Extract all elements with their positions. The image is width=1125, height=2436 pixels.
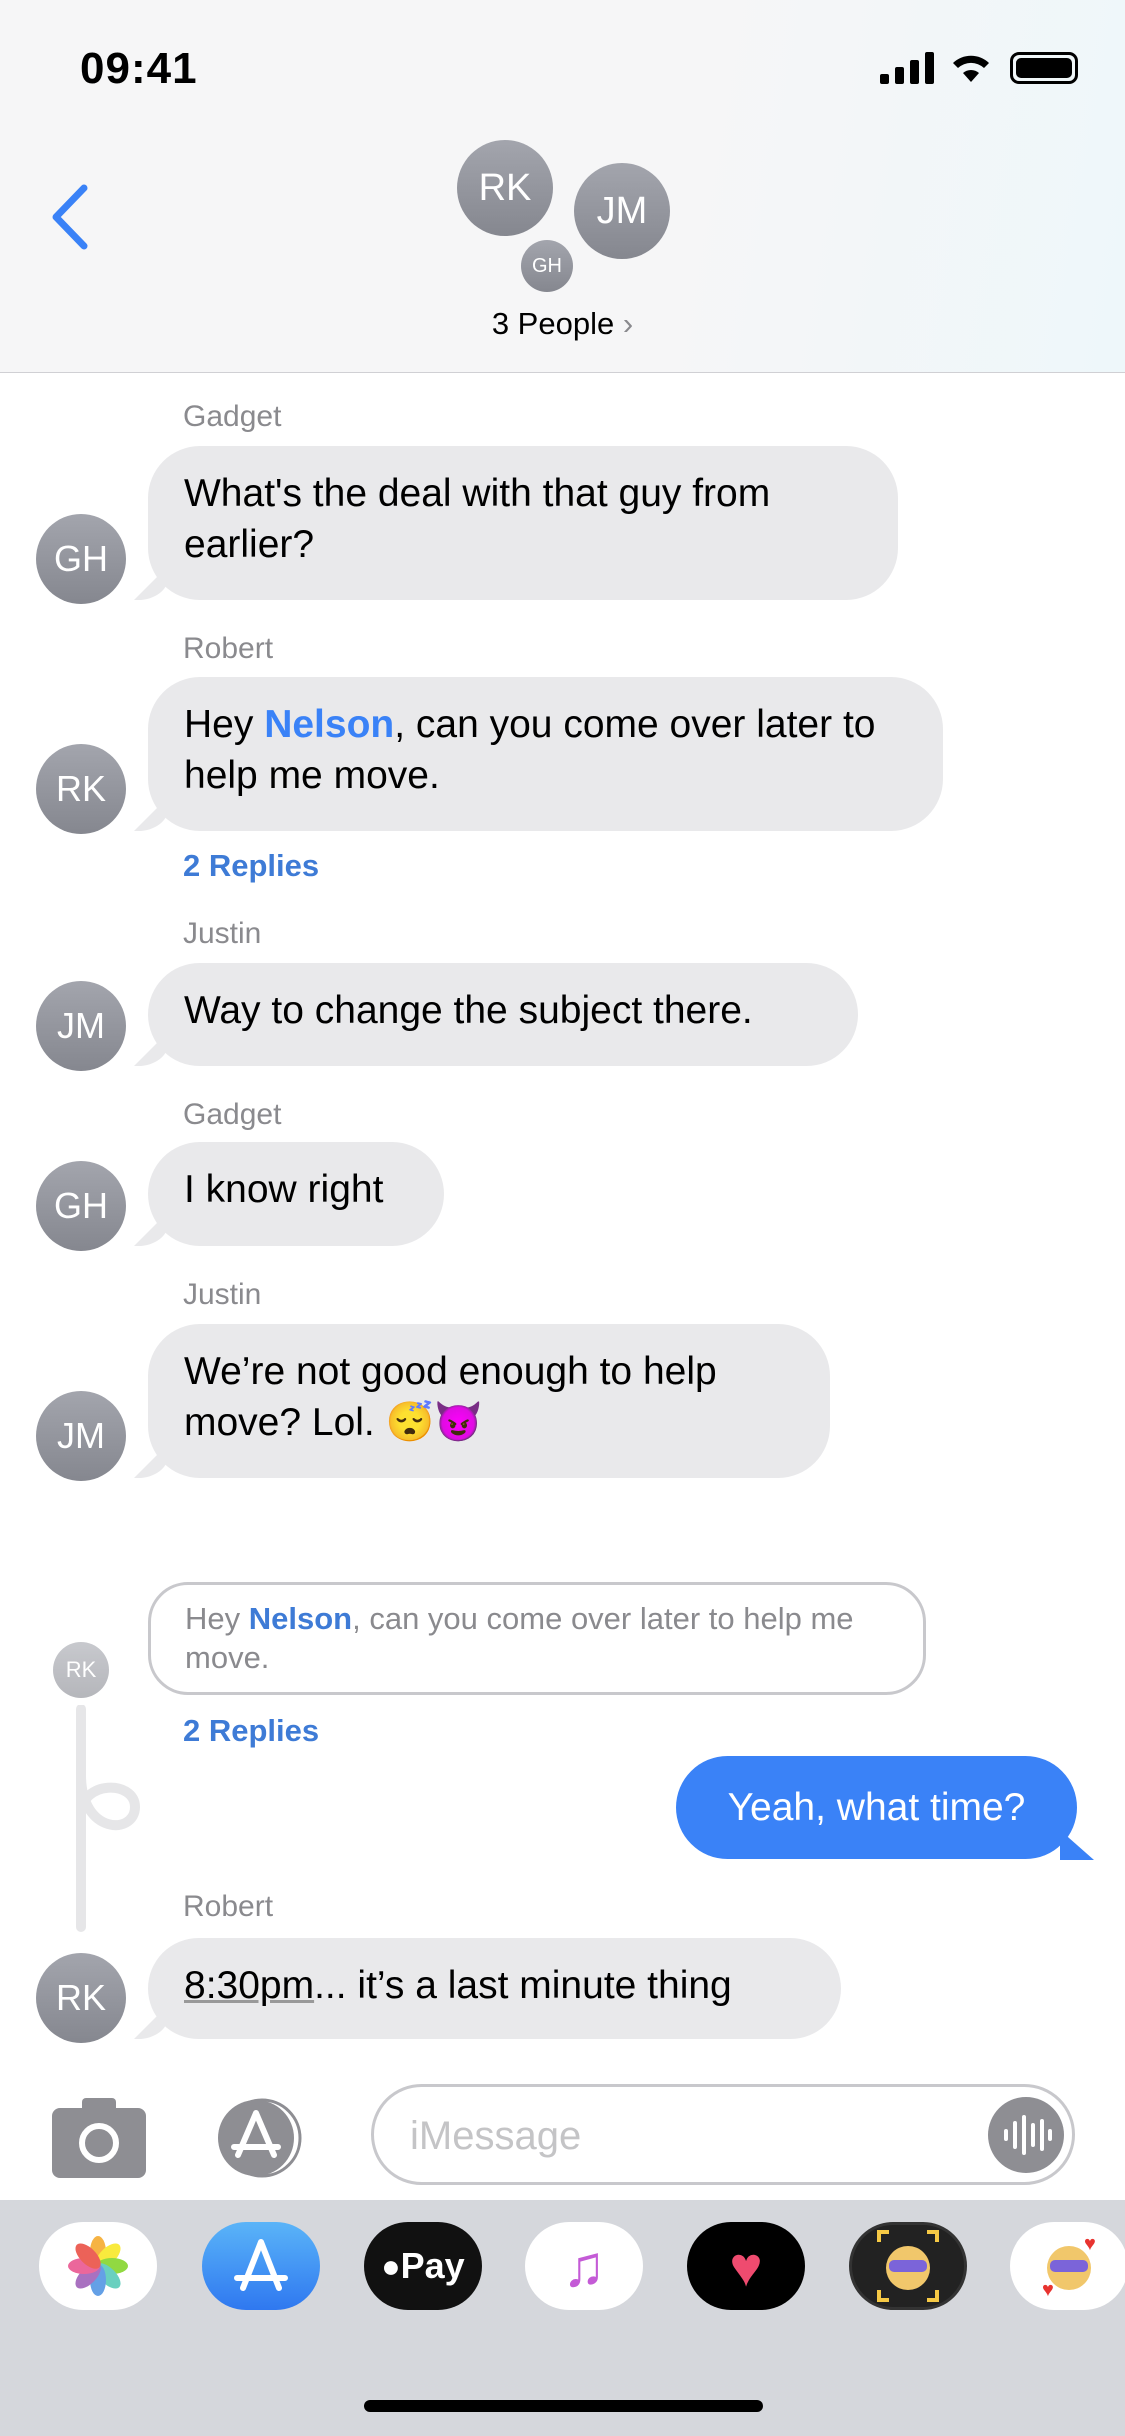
text: Hey	[184, 703, 265, 746]
sender-name: Robert	[183, 632, 274, 665]
avatar-rk[interactable]: RK	[457, 140, 553, 236]
apple-pay-label: Pay	[400, 2245, 465, 2286]
audio-record-button[interactable]	[988, 2097, 1064, 2173]
message-bubble[interactable]: Way to change the subject there.	[148, 963, 858, 1066]
text: ... it’s a last minute thing	[314, 1964, 732, 2007]
mention[interactable]: Nelson	[264, 703, 394, 746]
message-bubble[interactable]: We’re not good enough to help move? Lol.…	[148, 1324, 830, 1478]
memoji-icon[interactable]	[849, 2222, 967, 2310]
message-bubble[interactable]: What's the deal with that guy from earli…	[148, 446, 898, 600]
digital-touch-icon[interactable]: ♥	[687, 2222, 805, 2310]
time-link[interactable]: 8:30pm	[184, 1964, 314, 2007]
avatar-jm[interactable]: JM	[574, 163, 670, 259]
message-bubble[interactable]: I know right	[148, 1142, 444, 1246]
thread-line	[76, 1705, 141, 1932]
input-placeholder: iMessage	[410, 2114, 582, 2158]
bubble-tail	[1060, 1830, 1094, 1860]
quoted-message[interactable]: Hey Nelson, can you come over later to h…	[148, 1582, 926, 1695]
sender-name: Justin	[183, 917, 262, 950]
music-icon[interactable]: ♫	[525, 2222, 643, 2310]
battery-icon	[1010, 52, 1078, 84]
sender-name: Robert	[183, 1890, 274, 1923]
app-store-icon	[218, 2098, 302, 2178]
replies-link[interactable]: 2 Replies	[183, 1713, 319, 1749]
sender-name: Gadget	[183, 400, 282, 433]
message-bubble[interactable]: Hey Nelson, can you come over later to h…	[148, 677, 943, 831]
text: Hey	[185, 1601, 249, 1636]
avatar[interactable]: JM	[36, 981, 126, 1071]
chevron-right-icon: ›	[622, 306, 634, 341]
avatar[interactable]: RK	[36, 744, 126, 834]
avatar[interactable]: GH	[36, 1161, 126, 1251]
mention[interactable]: Nelson	[249, 1601, 352, 1636]
status-time: 09:41	[80, 44, 198, 93]
photos-icon[interactable]	[39, 2222, 157, 2310]
camera-icon	[52, 2098, 146, 2178]
apple-pay-icon[interactable]: ● Pay	[364, 2222, 482, 2310]
app-store-icon[interactable]	[202, 2222, 320, 2310]
message-input[interactable]: iMessage	[371, 2084, 1075, 2185]
cellular-signal-icon	[880, 52, 936, 84]
svg-text:♥: ♥	[1042, 2279, 1054, 2301]
avatar[interactable]: JM	[36, 1391, 126, 1481]
apps-button[interactable]	[210, 2097, 320, 2184]
chevron-left-icon	[52, 184, 88, 250]
avatar-gh[interactable]: GH	[521, 240, 573, 292]
avatar[interactable]: RK	[36, 1953, 126, 2043]
waveform-icon	[1004, 2115, 1052, 2155]
sender-name: Justin	[183, 1278, 262, 1311]
back-button[interactable]	[48, 182, 92, 257]
replies-link[interactable]: 2 Replies	[183, 848, 319, 884]
people-title: 3 People	[491, 306, 615, 341]
outgoing-bubble[interactable]: Yeah, what time?	[676, 1756, 1077, 1859]
conversation-header: 09:41 RK JM GH 3 People ›	[0, 0, 1125, 373]
svg-text:♥: ♥	[1084, 2233, 1096, 2255]
sender-name: Gadget	[183, 1098, 282, 1131]
memoji-stickers-icon[interactable]: ♥ ♥	[1010, 2222, 1125, 2310]
people-button[interactable]: 3 People ›	[0, 306, 1125, 342]
avatar[interactable]: GH	[36, 514, 126, 604]
avatar[interactable]: RK	[53, 1642, 109, 1698]
wifi-icon	[948, 48, 994, 89]
message-bubble[interactable]: 8:30pm... it’s a last minute thing	[148, 1938, 841, 2039]
home-indicator[interactable]	[364, 2400, 763, 2412]
camera-button[interactable]	[52, 2098, 146, 2183]
